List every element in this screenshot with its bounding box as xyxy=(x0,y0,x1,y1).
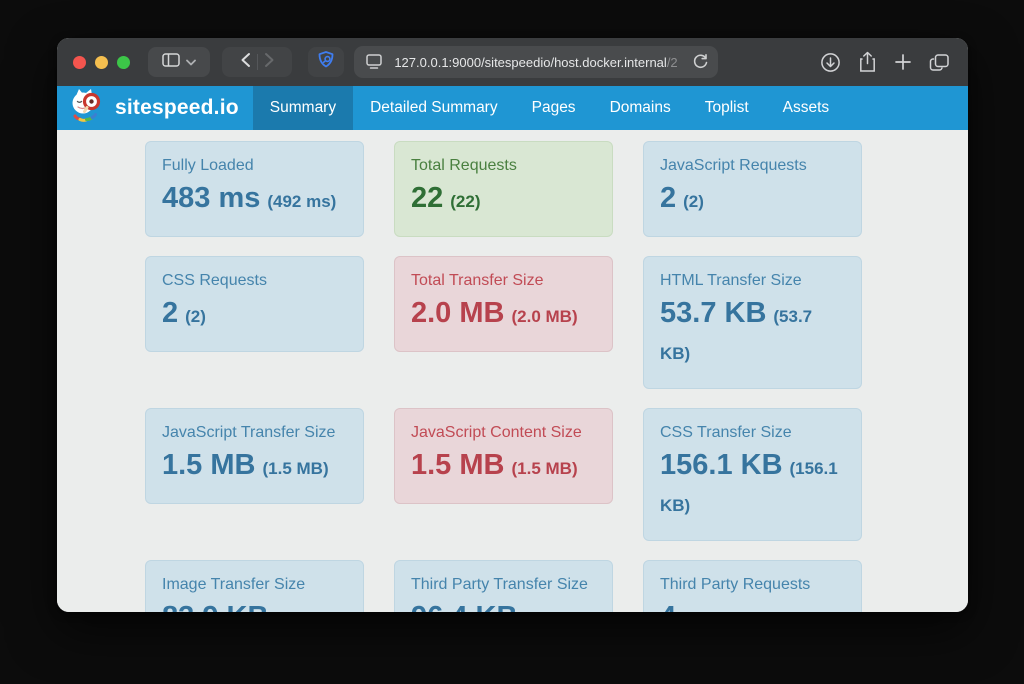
new-tab-icon[interactable] xyxy=(894,53,912,71)
metric-value-main: 22 xyxy=(411,182,443,214)
reload-icon[interactable] xyxy=(692,53,709,75)
chevron-down-icon xyxy=(186,53,196,71)
metric-label: Total Requests xyxy=(411,155,596,177)
metric-value: 4 (4) xyxy=(660,599,845,612)
sitespeed-cat-logo-icon xyxy=(69,88,107,129)
metric-card: JavaScript Transfer Size 1.5 MB (1.5 MB) xyxy=(145,408,364,504)
metric-card: Fully Loaded 483 ms (492 ms) xyxy=(145,141,364,237)
metric-value-main: 1.5 MB xyxy=(162,449,255,481)
metric-label: CSS Transfer Size xyxy=(660,422,845,444)
metric-value: 22 (22) xyxy=(411,180,596,221)
metric-card: CSS Transfer Size 156.1 KB(156.1 KB) xyxy=(643,408,862,541)
metric-value: 2 (2) xyxy=(162,295,347,336)
metric-value: 483 ms (492 ms) xyxy=(162,180,347,221)
metric-value-paren: (2.0 MB) xyxy=(511,307,577,326)
page-content: Fully Loaded 483 ms (492 ms) Total Reques… xyxy=(57,130,968,612)
metric-value: 83.9 KB(83.9 KB) xyxy=(162,599,347,612)
toolbar-right-actions xyxy=(820,51,954,73)
metric-card: Total Requests 22 (22) xyxy=(394,141,613,237)
traffic-lights xyxy=(73,56,130,69)
metric-card: HTML Transfer Size 53.7 KB(53.7 KB) xyxy=(643,256,862,389)
metric-value: 53.7 KB(53.7 KB) xyxy=(660,295,845,373)
nav-tab[interactable]: Assets xyxy=(766,86,847,130)
history-nav-group xyxy=(222,47,292,77)
metric-value-main: 1.5 MB xyxy=(411,449,504,481)
shield-extension-icon xyxy=(316,50,336,74)
metric-card: Third Party Transfer Size 96.4 KB(96.4 K… xyxy=(394,560,613,612)
metric-value: 156.1 KB(156.1 KB) xyxy=(660,447,845,525)
metric-card: CSS Requests 2 (2) xyxy=(145,256,364,352)
metric-value-paren: (2) xyxy=(683,192,704,211)
metric-card: Image Transfer Size 83.9 KB(83.9 KB) xyxy=(145,560,364,612)
metric-value: 2 (2) xyxy=(660,180,845,221)
metric-value: 2.0 MB (2.0 MB) xyxy=(411,295,596,336)
extension-button[interactable] xyxy=(308,47,344,77)
url-text: 127.0.0.1:9000/sitespeedio/host.docker.i… xyxy=(354,55,718,70)
metric-label: Third Party Requests xyxy=(660,574,845,596)
metric-value-paren: (2) xyxy=(185,307,206,326)
metric-label: CSS Requests xyxy=(162,270,347,292)
metric-value: 96.4 KB(96.4 KB) xyxy=(411,599,596,612)
metric-label: Fully Loaded xyxy=(162,155,347,177)
nav-tab[interactable]: Domains xyxy=(593,86,688,130)
nav-tab[interactable]: Detailed Summary xyxy=(353,86,515,130)
metric-card-grid: Fully Loaded 483 ms (492 ms) Total Reques… xyxy=(145,141,968,612)
browser-toolbar: 127.0.0.1:9000/sitespeedio/host.docker.i… xyxy=(57,38,968,86)
nav-tabs: Summary Detailed Summary Pages Domains T… xyxy=(253,86,846,130)
metric-label: Total Transfer Size xyxy=(411,270,596,292)
metric-value-paren: (492 ms) xyxy=(267,192,336,211)
metric-value-main: 2.0 MB xyxy=(411,297,504,329)
metric-value-main: 83.9 KB xyxy=(162,601,268,612)
metric-card: JavaScript Requests 2 (2) xyxy=(643,141,862,237)
metric-value-paren: (1.5 MB) xyxy=(511,459,577,478)
nav-tab[interactable]: Pages xyxy=(515,86,593,130)
metric-value-paren: (4) xyxy=(683,611,704,612)
browser-window: 127.0.0.1:9000/sitespeedio/host.docker.i… xyxy=(57,38,968,612)
close-window-button[interactable] xyxy=(73,56,86,69)
website-settings-icon[interactable] xyxy=(365,53,383,75)
nav-tab[interactable]: Summary xyxy=(253,86,353,130)
metric-value-paren: (22) xyxy=(450,192,480,211)
sidebar-icon xyxy=(162,53,180,72)
brand-name: sitespeed.io xyxy=(115,96,239,120)
share-icon[interactable] xyxy=(858,51,877,73)
metric-value-main: 156.1 KB xyxy=(660,449,783,481)
site-nav: sitespeed.io Summary Detailed Summary Pa… xyxy=(57,86,968,130)
zoom-window-button[interactable] xyxy=(117,56,130,69)
nav-tab[interactable]: Toplist xyxy=(688,86,766,130)
metric-value-main: 96.4 KB xyxy=(411,601,517,612)
brand[interactable]: sitespeed.io xyxy=(57,86,253,130)
metric-value: 1.5 MB (1.5 MB) xyxy=(162,447,347,488)
metric-label: Image Transfer Size xyxy=(162,574,347,596)
tab-overview-icon[interactable] xyxy=(929,53,950,72)
metric-label: HTML Transfer Size xyxy=(660,270,845,292)
address-bar[interactable]: 127.0.0.1:9000/sitespeedio/host.docker.i… xyxy=(354,46,718,78)
metric-card: JavaScript Content Size 1.5 MB (1.5 MB) xyxy=(394,408,613,504)
divider xyxy=(257,54,258,70)
metric-value-main: 53.7 KB xyxy=(660,297,766,329)
minimize-window-button[interactable] xyxy=(95,56,108,69)
metric-value: 1.5 MB (1.5 MB) xyxy=(411,447,596,488)
downloads-icon[interactable] xyxy=(820,52,841,73)
sidebar-toggle-button[interactable] xyxy=(148,47,210,77)
metric-value-main: 483 ms xyxy=(162,182,260,214)
metric-label: JavaScript Transfer Size xyxy=(162,422,347,444)
forward-button[interactable] xyxy=(264,52,275,73)
back-button[interactable] xyxy=(240,52,251,73)
metric-label: JavaScript Requests xyxy=(660,155,845,177)
metric-value-main: 2 xyxy=(660,182,676,214)
metric-value-paren: (1.5 MB) xyxy=(262,459,328,478)
metric-card: Total Transfer Size 2.0 MB (2.0 MB) xyxy=(394,256,613,352)
metric-label: JavaScript Content Size xyxy=(411,422,596,444)
metric-card: Third Party Requests 4 (4) xyxy=(643,560,862,612)
metric-value-main: 2 xyxy=(162,297,178,329)
metric-value-main: 4 xyxy=(660,601,676,612)
metric-label: Third Party Transfer Size xyxy=(411,574,596,596)
